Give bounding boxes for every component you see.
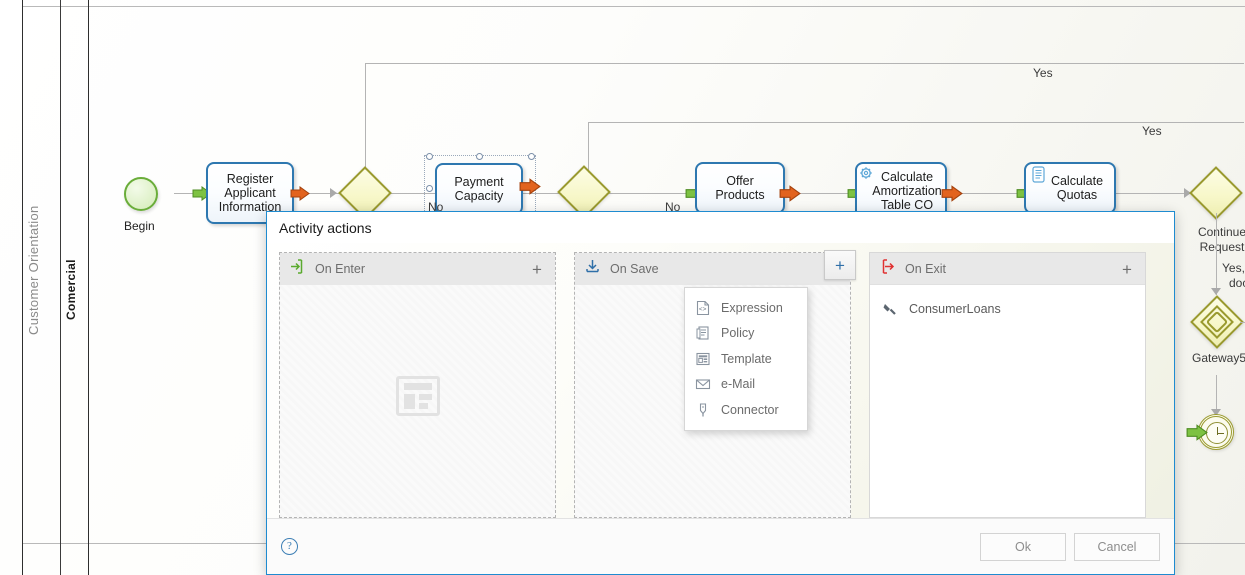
policy-icon [695,325,711,341]
template-icon [695,351,711,367]
dialog-titlebar: Activity actions [267,212,1174,243]
flow-arrow-orange-2 [519,178,541,195]
gateway-continue-request-label: Continue Request [1197,225,1245,254]
on-enter-header: On Enter + [280,253,555,285]
lane-label-customer-orientation: Customer Orientation [26,205,41,335]
resize-handle-w[interactable] [426,185,433,192]
resize-handle-n[interactable] [476,153,483,160]
task-offer-products[interactable]: Offer Products [695,162,785,214]
list-item[interactable]: ConsumerLoans [870,295,1145,323]
resize-handle-ne[interactable] [528,153,535,160]
on-exit-add-button[interactable]: + [1116,258,1138,280]
on-save-title: On Save [610,262,659,276]
context-menu-item-expression[interactable]: <> Expression [685,295,807,321]
context-menu-item-policy[interactable]: Policy [685,321,807,347]
task-label: Payment Capacity [454,175,504,203]
dialog-title: Activity actions [279,219,372,236]
resize-handle-nw[interactable] [426,153,433,160]
expression-icon: <> [695,300,711,316]
enter-arrow-icon [289,258,306,280]
flow-arrow-orange-3 [779,185,801,202]
edge-label-yes-comma: Yes, [1222,261,1245,275]
start-event-begin[interactable] [124,177,158,211]
lane-divider-2 [88,0,89,575]
mail-icon [695,376,711,392]
connector-plug-icon [695,402,711,418]
cancel-button[interactable]: Cancel [1074,532,1160,561]
context-menu-item-connector[interactable]: Connector [685,397,807,423]
context-menu-label: Template [721,351,772,366]
flow-arrowhead-3 [1211,288,1221,295]
edge-label-yes-2: Yes [1142,124,1162,138]
service-gear-icon [859,166,875,182]
context-menu-item-template[interactable]: Template [685,346,807,372]
add-action-context-menu[interactable]: <> Expression Policy Template e-Mail Con… [684,287,808,431]
flow-arrow-green-timer [1186,424,1208,441]
flow-arrow-orange-1 [290,186,310,201]
on-enter-title: On Enter [315,262,366,276]
pool-left-border [22,0,23,575]
context-menu-label: Expression [721,300,783,315]
app-root: Customer Orientation Comercial Yes Yes B… [0,0,1245,575]
context-menu-label: Policy [721,326,755,341]
dialog-body: On Enter + On Save + On Exit + ConsumerL… [267,243,1174,518]
pool-top-border [22,6,1245,7]
flow-arrow-orange-4 [941,185,963,202]
action-column-on-enter[interactable]: On Enter + [279,252,556,518]
activity-actions-dialog[interactable]: Activity actions On Enter + On Save + On… [266,211,1175,575]
on-save-add-button[interactable]: + [824,250,856,280]
timer-hand-hour [1217,433,1224,435]
flow-arrowhead-1 [330,188,337,198]
sequence-flow-yes-1 [365,63,1244,64]
on-exit-content[interactable]: ConsumerLoans [870,285,1145,517]
connector-icon [882,301,898,317]
lane-label-comercial: Comercial [64,259,78,321]
context-menu-label: Connector [721,402,779,417]
sequence-flow-to-gateway5 [1216,213,1217,295]
on-save-header: On Save + [575,250,856,285]
lane-divider-1 [60,0,61,575]
sequence-flow-yes-2 [588,122,1244,123]
document-script-icon [1031,166,1047,183]
list-item-label: ConsumerLoans [909,302,1001,316]
on-exit-title: On Exit [905,261,946,276]
on-enter-content[interactable] [280,285,555,517]
exit-arrow-icon [879,258,896,280]
empty-state-placeholder-icon [395,376,440,417]
edge-label-yes-1: Yes [1033,66,1053,80]
task-payment-capacity[interactable]: Payment Capacity [435,163,523,215]
context-menu-label: e-Mail [721,377,756,392]
gateway-5-inner-marker [1205,310,1229,334]
edge-label-doc: doc [1229,276,1245,290]
start-event-label: Begin [124,219,155,233]
sequence-flow-gateway5-right [1240,322,1245,323]
on-enter-add-button[interactable]: + [526,258,548,280]
save-download-icon [584,258,601,280]
task-label: Offer Products [715,174,765,202]
svg-text:<>: <> [699,306,707,313]
gateway-5-label: Gateway5 [1192,351,1245,365]
on-exit-header: On Exit + [870,253,1145,285]
ok-button[interactable]: Ok [980,532,1066,561]
help-icon[interactable]: ? [281,538,298,555]
context-menu-item-email[interactable]: e-Mail [685,372,807,398]
gateway-5[interactable] [1190,295,1244,349]
timer-event-inner [1206,422,1228,444]
gateway-continue-request[interactable] [1189,166,1243,220]
task-label: Register Applicant Information [218,172,282,214]
action-column-on-exit[interactable]: On Exit + ConsumerLoans [869,252,1146,518]
dialog-footer: ? Ok Cancel [267,518,1174,574]
